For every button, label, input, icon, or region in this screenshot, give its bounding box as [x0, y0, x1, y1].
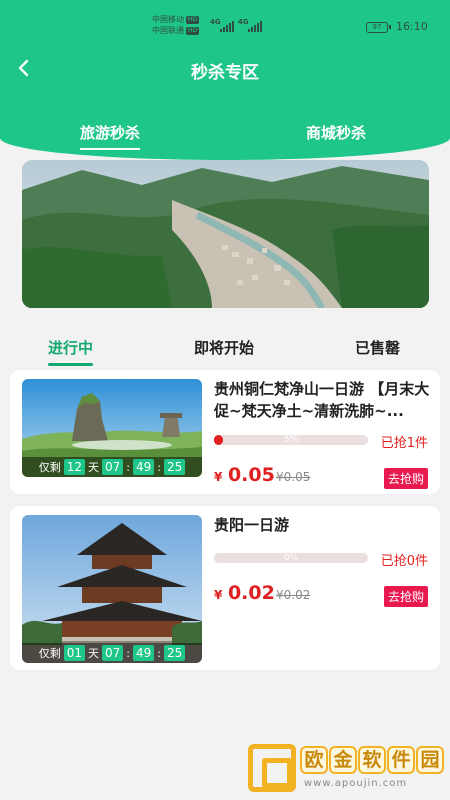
product-thumbnail: 仅剩 12 天 07 : 49 : 25 — [22, 379, 202, 477]
watermark-url: www.apoujin.com — [304, 778, 408, 789]
original-price: ¥0.05 — [276, 470, 311, 484]
sold-count: 已抢0件 — [380, 554, 428, 569]
subtab-sold-out[interactable]: 已售罄 — [355, 337, 400, 358]
carrier-info: 中国移动 HD 中国联通 HD — [152, 15, 200, 35]
countdown-seconds: 25 — [164, 459, 186, 475]
sale-price: ¥ 0.02 — [214, 582, 275, 604]
status-bar: 中国移动 HD 中国联通 HD 4G 4G 97 16:10 — [0, 14, 450, 40]
countdown-timer: 仅剩 01 天 07 : 49 : 25 — [22, 643, 202, 663]
watermark-logo-icon — [248, 744, 296, 792]
product-name: 贵阳一日游 — [214, 516, 290, 534]
buy-button[interactable]: 去抢购 — [383, 586, 428, 607]
countdown-minutes: 49 — [133, 459, 155, 475]
watermark-text: 欧 金 软 件 园 — [300, 746, 444, 774]
landscape-image — [22, 160, 429, 308]
banner-image[interactable] — [22, 160, 429, 308]
signal-icon — [220, 20, 234, 32]
countdown-hours: 07 — [102, 459, 124, 475]
countdown-timer: 仅剩 12 天 07 : 49 : 25 — [22, 457, 202, 477]
subtab-ongoing[interactable]: 进行中 — [48, 337, 94, 366]
countdown-days: 01 — [63, 645, 85, 661]
sold-count: 已抢1件 — [380, 436, 428, 451]
carrier-1: 中国移动 — [152, 15, 184, 24]
clock: 16:10 — [396, 20, 428, 33]
pavilion-image — [22, 515, 202, 663]
progress-percent: 0% — [283, 553, 299, 563]
product-name: 贵州铜仁梵净山一日游 【月末大促~梵天净土~清新洗肺~... — [214, 380, 430, 420]
signal-icon — [248, 20, 262, 32]
carrier-2: 中国联通 — [152, 26, 184, 35]
original-price: ¥0.02 — [276, 588, 311, 602]
battery-icon: 97 — [366, 22, 391, 33]
tab-travel-flash-sale[interactable]: 旅游秒杀 — [80, 122, 141, 150]
product-card[interactable]: 仅剩 01 天 07 : 49 : 25 贵阳一日游 0% 已抢0件 ¥ 0.0… — [10, 506, 440, 670]
sale-price: ¥ 0.05 — [214, 464, 275, 486]
progress-percent: 5% — [283, 435, 299, 445]
countdown-hours: 07 — [102, 645, 124, 661]
subtab-upcoming[interactable]: 即将开始 — [194, 337, 254, 358]
sales-progress: 5% — [214, 435, 368, 445]
product-card[interactable]: 仅剩 12 天 07 : 49 : 25 贵州铜仁梵净山一日游 【月末大促~梵天… — [10, 370, 440, 494]
countdown-days: 12 — [63, 459, 85, 475]
countdown-minutes: 49 — [133, 645, 155, 661]
buy-button[interactable]: 去抢购 — [383, 468, 428, 489]
product-thumbnail: 仅剩 01 天 07 : 49 : 25 — [22, 515, 202, 663]
watermark: 欧 金 软 件 园 www.apoujin.com — [248, 742, 448, 798]
countdown-seconds: 25 — [164, 645, 186, 661]
page-title: 秒杀专区 — [191, 63, 259, 83]
sales-progress: 0% — [214, 553, 368, 563]
tab-mall-flash-sale[interactable]: 商城秒杀 — [306, 122, 366, 143]
